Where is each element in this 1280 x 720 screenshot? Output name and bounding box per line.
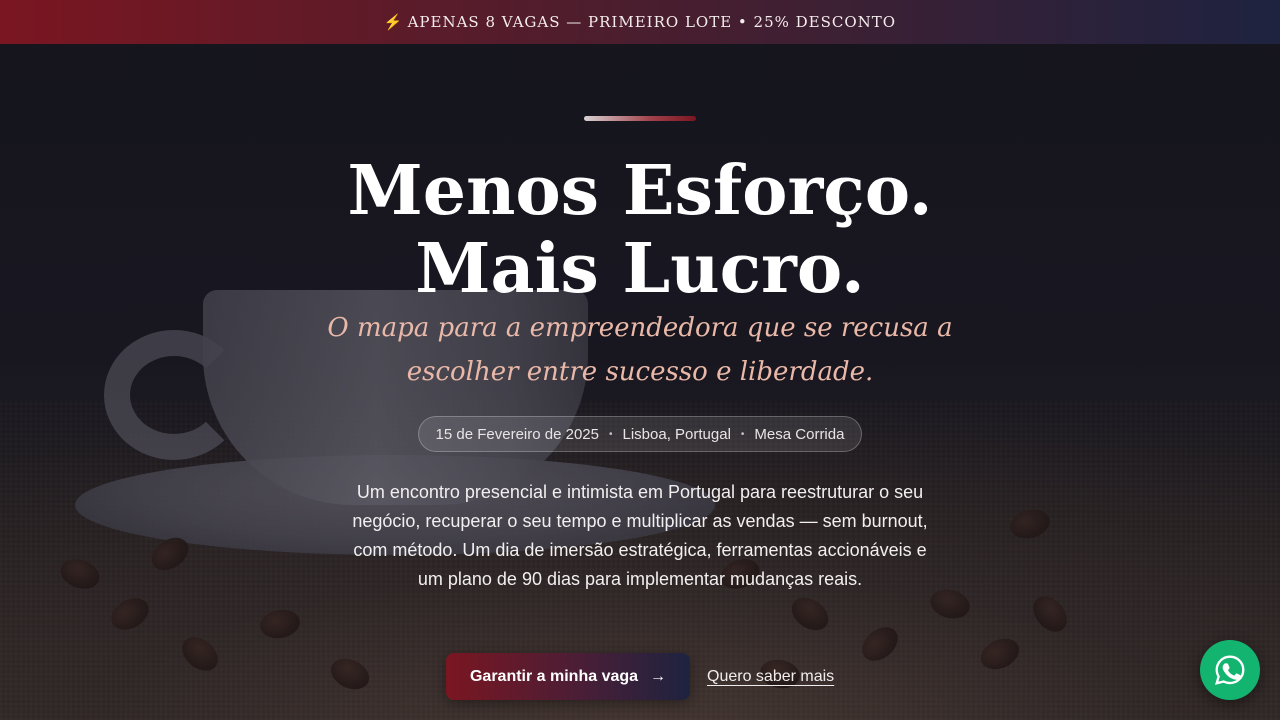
reserve-spot-button-label: Garantir a minha vaga	[469, 667, 639, 685]
hero-section: Menos Esforço. Mais Lucro. O mapa para a…	[0, 0, 1280, 720]
hero-subheadline: O mapa para a empreendedora que se recus…	[290, 306, 990, 394]
promo-banner: ⚡ APENAS 8 VAGAS — PRIMEIRO LOTE • 25% D…	[0, 0, 1280, 44]
learn-more-link[interactable]: Quero saber mais	[707, 668, 834, 686]
hero-headline: Menos Esforço. Mais Lucro.	[240, 152, 1040, 308]
whatsapp-button[interactable]	[1200, 640, 1260, 700]
event-date: 15 de Fevereiro de 2025	[435, 425, 599, 443]
event-details-pill: 15 de Fevereiro de 2025 • Lisboa, Portug…	[418, 416, 862, 452]
separator-dot: •	[608, 428, 613, 440]
reserve-spot-button[interactable]: Garantir a minha vaga →	[446, 653, 690, 700]
subheadline-line-1: O mapa para a empreendedora que se recus…	[327, 313, 953, 343]
separator-dot: •	[740, 428, 745, 440]
subheadline-line-2: escolher entre sucesso e liberdade.	[406, 357, 874, 387]
headline-line-2: Mais Lucro.	[415, 229, 865, 309]
event-location: Lisboa, Portugal	[622, 425, 731, 443]
arrow-right-icon: →	[650, 667, 667, 685]
promo-banner-text: APENAS 8 VAGAS — PRIMEIRO LOTE • 25% DES…	[407, 13, 897, 31]
accent-divider	[584, 116, 696, 121]
whatsapp-icon	[1215, 655, 1245, 685]
headline-line-1: Menos Esforço.	[347, 151, 933, 231]
lightning-icon: ⚡	[383, 13, 404, 31]
hero-description: Um encontro presencial e intimista em Po…	[352, 482, 928, 589]
event-format: Mesa Corrida	[754, 425, 845, 443]
cta-row: Garantir a minha vaga → Quero saber mais	[446, 653, 834, 700]
